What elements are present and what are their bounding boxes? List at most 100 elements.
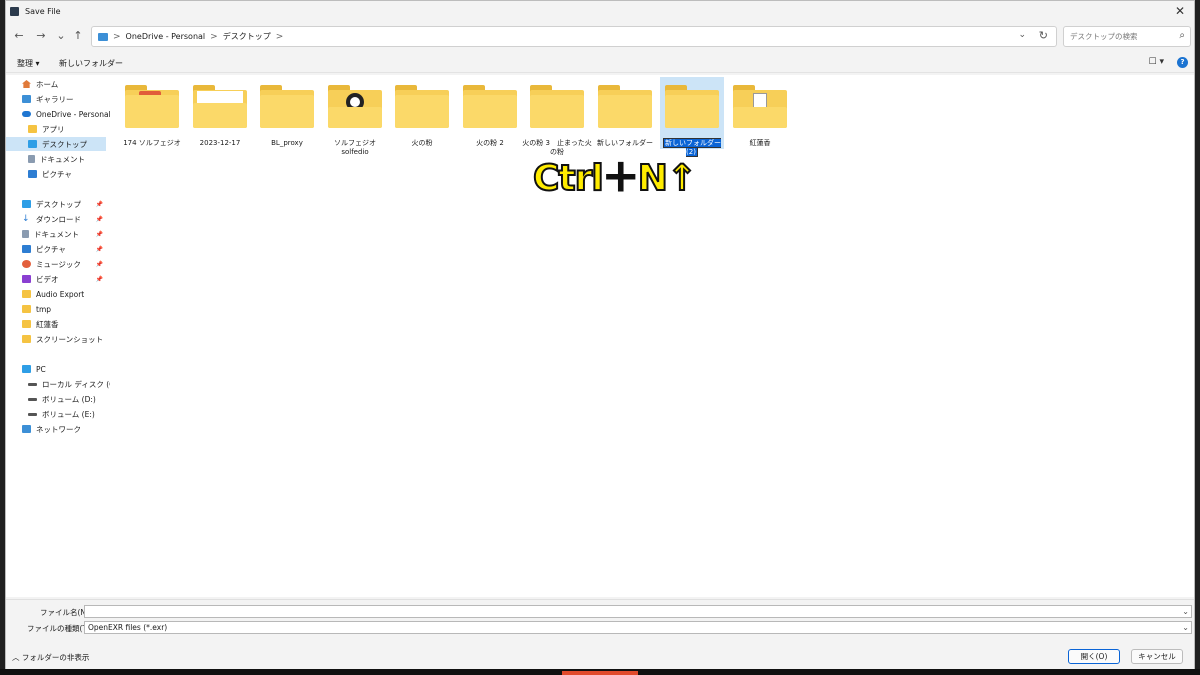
sidebar-item-pinned-documents[interactable]: ドキュメント 📌 [6, 227, 106, 241]
search-box[interactable]: ⌕ [1063, 26, 1191, 47]
sidebar-item-label: OneDrive - Personal [36, 109, 111, 119]
sidebar-item-downloads[interactable]: ↓ ダウンロード 📌 [6, 212, 106, 226]
breadcrumb-desktop[interactable]: デスクトップ [223, 31, 271, 42]
folder-icon [328, 85, 382, 128]
folder-item[interactable]: 新しいフォルダー [593, 77, 657, 149]
pin-icon: 📌 [95, 200, 103, 208]
sidebar-item-pinned-desktop[interactable]: デスクトップ 📌 [6, 197, 106, 211]
search-icon[interactable]: ⌕ [1179, 30, 1185, 41]
close-button[interactable]: ✕ [1172, 3, 1188, 19]
sidebar-item-label: 紅蓮香 [36, 319, 59, 329]
folder-item[interactable]: 火の粉 3 止まった火の粉 [522, 77, 592, 156]
help-icon[interactable]: ? [1177, 57, 1188, 68]
app-icon [10, 6, 19, 16]
sidebar-item-screenshots[interactable]: スクリーンショット [6, 332, 106, 346]
refresh-icon[interactable]: ↻ [1039, 29, 1048, 42]
folder-item[interactable]: 2023-12-17 [188, 77, 252, 149]
folder-item[interactable]: 火の粉 2 [458, 77, 522, 149]
sidebar-item-label: Audio Export [36, 289, 85, 299]
folder-icon [22, 335, 31, 343]
sidebar-item-audio-export[interactable]: Audio Export [6, 287, 106, 301]
taskbar-accent [562, 671, 638, 675]
back-button[interactable]: ← [12, 29, 26, 43]
folder-item[interactable]: BL_proxy [255, 77, 319, 149]
sidebar-item-pc[interactable]: PC [6, 362, 106, 376]
folder-item[interactable]: ソルフェジオ solfedio [323, 77, 387, 156]
up-button[interactable]: ↑ [71, 29, 85, 43]
sidebar-item-drive-d[interactable]: ボリューム (D:) [6, 392, 106, 406]
folder-item[interactable]: 火の粉 [390, 77, 454, 149]
recent-locations-button[interactable]: ⌄ [54, 29, 68, 43]
hide-folders-button[interactable]: ︿ フォルダーの非表示 [12, 652, 89, 663]
sidebar-item-label: ホーム [36, 79, 59, 89]
sidebar-item-label: デスクトップ [36, 199, 81, 209]
sidebar-item-apps[interactable]: アプリ [6, 122, 106, 136]
folder-label: 紅蓮香 [749, 139, 771, 147]
folder-icon [193, 85, 247, 128]
sidebar-item-network[interactable]: ネットワーク [6, 422, 106, 436]
sidebar-item-documents[interactable]: ドキュメント [6, 152, 106, 166]
chevron-down-icon[interactable]: ⌄ [1182, 622, 1189, 634]
filetype-select[interactable]: OpenEXR files (*.exr) ⌄ [84, 621, 1192, 634]
shortcut-annotation: Ctrl＋N↑ [532, 157, 698, 200]
folder-item[interactable]: 紅蓮香 [728, 77, 792, 149]
sidebar-item-label: tmp [36, 304, 52, 314]
sidebar-item-gallery[interactable]: ギャラリー [6, 92, 106, 106]
sidebar-item-label: PC [36, 364, 46, 374]
sidebar-item-pinned-pictures[interactable]: ピクチャ 📌 [6, 242, 106, 256]
folder-label: 火の粉 2 [476, 139, 504, 147]
video-icon [22, 275, 31, 283]
pin-icon: 📌 [95, 230, 103, 238]
sidebar-item-label: スクリーンショット [36, 334, 104, 344]
desktop-icon [28, 140, 37, 148]
sidebar-item-label: ネットワーク [36, 424, 81, 434]
sidebar-item-drive-e[interactable]: ボリューム (E:) [6, 407, 106, 421]
folder-label: 新しいフォルダー [597, 139, 653, 147]
folder-icon [28, 125, 37, 133]
sidebar-item-desktop[interactable]: デスクトップ [6, 137, 106, 151]
pc-icon [22, 365, 31, 373]
cancel-button[interactable]: キャンセル [1131, 649, 1183, 664]
sidebar-item-label: ボリューム (E:) [42, 409, 95, 419]
chevron-down-icon[interactable]: ⌄ [1182, 606, 1189, 618]
address-history-dropdown[interactable]: ⌄ [1018, 30, 1026, 40]
folder-label: BL_proxy [271, 139, 303, 147]
pin-icon: 📌 [95, 275, 103, 283]
filename-field[interactable]: ⌄ [84, 605, 1192, 618]
drive-icon [28, 382, 37, 386]
sidebar-item-guren[interactable]: 紅蓮香 [6, 317, 106, 331]
document-icon [28, 155, 35, 163]
folder-icon [125, 85, 179, 128]
breadcrumb-separator: > [210, 31, 218, 42]
file-list-view[interactable]: 174 ソルフェジオ 2023-12-17 BL_proxy ソルフェジオ so… [110, 75, 1194, 597]
sidebar-item-label: アプリ [42, 124, 65, 134]
sidebar-item-videos[interactable]: ビデオ 📌 [6, 272, 106, 286]
folder-icon [665, 85, 719, 128]
command-bar: 整理 ▾ 新しいフォルダー ☐ ▾ ? [6, 53, 1194, 73]
new-folder-button[interactable]: 新しいフォルダー [59, 58, 123, 69]
organize-menu-button[interactable]: 整理 ▾ [17, 58, 40, 69]
filetype-value: OpenEXR files (*.exr) [88, 623, 168, 632]
search-input[interactable] [1070, 27, 1170, 46]
sidebar-item-pictures[interactable]: ピクチャ [6, 167, 106, 181]
filename-input[interactable] [85, 606, 1165, 617]
view-options-button[interactable]: ☐ ▾ [1149, 57, 1164, 67]
folder-icon [22, 290, 31, 298]
folder-icon [260, 85, 314, 128]
sidebar-item-home[interactable]: ホーム [6, 77, 106, 91]
breadcrumb-separator[interactable]: > [276, 32, 284, 42]
sidebar-item-drive-c[interactable]: ローカル ディスク (C:) [6, 377, 120, 391]
pc-icon [98, 32, 108, 41]
pictures-icon [28, 170, 37, 178]
sidebar-item-label: ミュージック [36, 259, 81, 269]
sidebar-item-music[interactable]: ミュージック 📌 [6, 257, 106, 271]
forward-button[interactable]: → [34, 29, 48, 43]
folder-item-selected[interactable]: 新しいフォルダー (2) [660, 77, 724, 157]
sidebar-item-onedrive[interactable]: OneDrive - Personal [6, 107, 111, 121]
folder-item[interactable]: 174 ソルフェジオ [120, 77, 184, 149]
open-button[interactable]: 開く(O) [1068, 649, 1120, 664]
folder-icon [530, 85, 584, 128]
address-bar[interactable]: > OneDrive - Personal > デスクトップ > ⌄ ↻ [91, 26, 1057, 47]
sidebar-item-tmp[interactable]: tmp [6, 302, 106, 316]
breadcrumb-onedrive[interactable]: OneDrive - Personal [126, 32, 206, 41]
